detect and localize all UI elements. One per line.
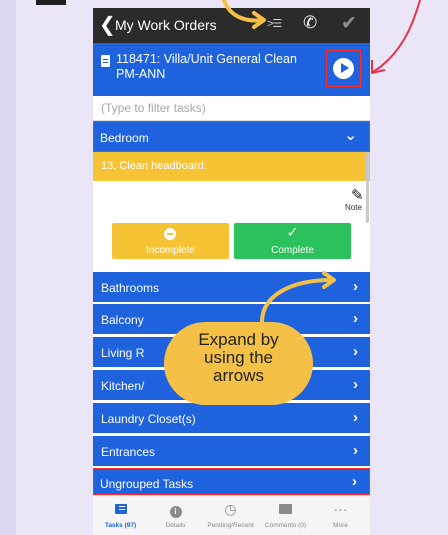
tab-label: Comments (0) <box>264 522 307 529</box>
group-bathrooms[interactable]: Bathrooms › <box>93 272 370 302</box>
group-label: Entrances <box>101 445 156 459</box>
complete-label: Complete <box>271 245 314 256</box>
red-arrowhead <box>371 60 386 74</box>
tab-comments[interactable]: Comments (0) <box>258 496 313 535</box>
chevron-right-icon[interactable]: › <box>353 376 358 393</box>
minus-circle-icon <box>164 228 176 240</box>
nav-title[interactable]: My Work Orders <box>115 17 217 33</box>
callout-line-3: arrows <box>212 366 264 385</box>
group-entrances[interactable]: Entrances › <box>93 436 370 466</box>
filter-bar <box>93 96 370 121</box>
group-label: Bathrooms <box>101 281 160 295</box>
tab-label: More <box>333 522 348 529</box>
group-bedroom[interactable]: Bedroom ⌄ <box>93 121 370 152</box>
task-list-icon[interactable]: >☰ <box>267 17 282 30</box>
red-arrow <box>372 0 421 73</box>
group-laundry-closets[interactable]: Laundry Closet(s) › <box>93 403 370 433</box>
group-ungrouped-tasks[interactable]: Ungrouped Tasks › <box>93 468 370 495</box>
chevron-down-icon[interactable]: ⌄ <box>344 126 357 144</box>
back-chevron-icon[interactable]: ❮ <box>99 13 116 37</box>
callout-line-1: Expand by <box>198 330 279 349</box>
complete-button[interactable]: ✓ Complete <box>234 223 351 259</box>
chevron-right-icon[interactable]: › <box>353 409 358 426</box>
tab-pending-recent[interactable]: ◷ Pending/Recent <box>203 496 258 535</box>
group-label: Living R <box>101 346 145 360</box>
task-text: 13. Clean headboard. <box>101 160 207 172</box>
tab-tasks[interactable]: Tasks (97) <box>93 496 148 535</box>
play-icon[interactable] <box>333 58 354 79</box>
group-label: Ungrouped Tasks <box>100 477 194 491</box>
list-icon <box>93 501 148 517</box>
tab-more[interactable]: ··· More <box>313 496 368 535</box>
chevron-right-icon[interactable]: › <box>353 343 358 360</box>
info-icon: i <box>148 501 203 518</box>
tab-label: Details <box>165 522 186 529</box>
note-label: Note <box>345 203 362 212</box>
scrollbar[interactable] <box>366 152 369 223</box>
filter-tasks-input[interactable] <box>99 100 363 116</box>
group-label: Laundry Closet(s) <box>101 412 196 426</box>
chevron-right-icon[interactable]: › <box>352 473 357 490</box>
clock-icon: ◷ <box>224 501 237 517</box>
phone-screen: ❮ My Work Orders >☰ ✆ ✔ 118471: Villa/Un… <box>93 8 370 535</box>
tab-bar: Tasks (97) i Details ◷ Pending/Recent Co… <box>93 495 370 535</box>
work-order-title: 118471: Villa/Unit General Clean <box>116 52 297 66</box>
phone-icon[interactable]: ✆ <box>303 13 317 33</box>
group-label: Bedroom <box>100 131 149 145</box>
left-background-strip <box>0 0 16 535</box>
nav-bar: ❮ My Work Orders >☰ ✆ ✔ <box>93 8 370 43</box>
document-icon <box>101 55 110 67</box>
incomplete-label: Incomplete <box>146 245 195 256</box>
chevron-right-icon[interactable]: › <box>353 278 358 295</box>
corner-dark-box <box>36 0 66 5</box>
pencil-icon: ✎ <box>351 187 364 204</box>
chevron-right-icon[interactable]: › <box>353 310 358 327</box>
check-icon: ✓ <box>286 224 299 240</box>
tab-details[interactable]: i Details <box>148 496 203 535</box>
incomplete-button[interactable]: Incomplete <box>112 223 229 259</box>
tab-label: Pending/Recent <box>207 522 254 529</box>
tab-label: Tasks (97) <box>104 522 137 529</box>
more-icon: ··· <box>333 501 348 517</box>
group-label: Kitchen/ <box>101 379 145 393</box>
callout-line-2: using the <box>204 348 273 367</box>
image-icon <box>258 501 313 517</box>
task-row[interactable]: 13. Clean headboard. <box>93 152 370 181</box>
callout-bubble: Expand by using the arrows <box>164 322 313 405</box>
checkmark-icon[interactable]: ✔ <box>341 12 357 35</box>
work-order-header: 118471: Villa/Unit General Clean PM-ANN <box>93 43 370 96</box>
chevron-right-icon[interactable]: › <box>353 442 358 459</box>
work-order-subtitle: PM-ANN <box>116 67 166 81</box>
group-label: Balcony <box>101 313 144 327</box>
